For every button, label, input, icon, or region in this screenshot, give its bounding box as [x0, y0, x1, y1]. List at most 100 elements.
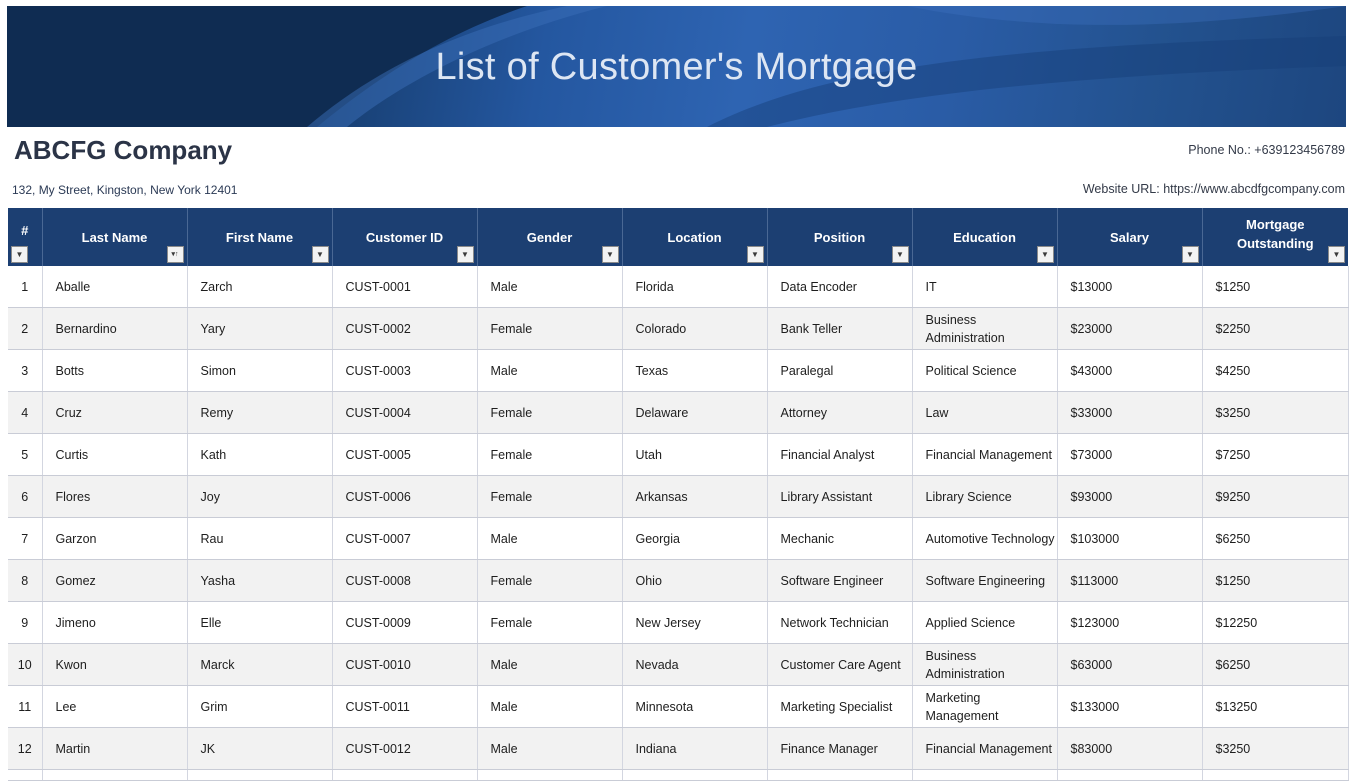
cell-customer-id[interactable]: CUST-0004 [332, 391, 478, 434]
cell-salary[interactable]: $83000 [1057, 727, 1203, 770]
cell-first-name[interactable]: Kath [187, 433, 333, 476]
cell-education[interactable]: Financial Management [912, 727, 1058, 770]
filter-dropdown-icon[interactable]: ▼ [1036, 246, 1054, 263]
cell-location[interactable]: Arkansas [622, 475, 768, 518]
cell-mortgage-outstanding[interactable]: $4250 [1202, 349, 1349, 392]
cell-gender[interactable]: Male [477, 685, 623, 728]
cell-mortgage-outstanding[interactable]: $3250 [1202, 727, 1349, 770]
cell-mortgage-outstanding[interactable]: $2250 [1202, 307, 1349, 350]
cell-customer-id[interactable]: CUST-0001 [332, 266, 478, 308]
cell-education[interactable]: Business Administration [912, 307, 1058, 350]
filter-dropdown-icon[interactable]: ▼ [11, 246, 28, 263]
table-row[interactable]: 12 Martin JK CUST-0012 Male Indiana Finance Ma… [8, 727, 1349, 770]
cell-customer-id[interactable]: CUST-0008 [332, 559, 478, 602]
filter-dropdown-icon[interactable]: ▼ [1181, 246, 1199, 263]
filter-dropdown-icon[interactable]: ▼ [746, 246, 764, 263]
cell-gender[interactable]: Female [477, 391, 623, 434]
filter-dropdown-icon[interactable]: ▼ [601, 246, 619, 263]
cell-number[interactable]: 4 [8, 391, 43, 434]
cell-first-name[interactable]: Yary [187, 307, 333, 350]
cell-gender[interactable]: Female [477, 475, 623, 518]
header-customer-id[interactable]: Customer ID ▼ [332, 208, 478, 266]
cell-last-name[interactable]: Cruz [42, 391, 188, 434]
cell-first-name[interactable]: Elle [187, 601, 333, 644]
cell-education[interactable]: Marketing Management [912, 685, 1058, 728]
cell-last-name[interactable]: Martin [42, 727, 188, 770]
header-education[interactable]: Education ▼ [912, 208, 1058, 266]
cell-education[interactable]: IT [912, 266, 1058, 308]
cell-first-name[interactable]: Yasha [187, 559, 333, 602]
cell-education[interactable]: Automotive Technology [912, 517, 1058, 560]
cell-location[interactable]: Delaware [622, 391, 768, 434]
table-row[interactable]: 1 Aballe Zarch CUST-0001 Male Florida Data Enc… [8, 266, 1349, 308]
header-first-name[interactable]: First Name ▼ [187, 208, 333, 266]
cell-mortgage-outstanding[interactable]: $9250 [1202, 475, 1349, 518]
table-row[interactable]: 8 Gomez Yasha CUST-0008 Female Ohio Software E… [8, 559, 1349, 602]
cell-last-name[interactable]: Lee [42, 685, 188, 728]
cell-gender[interactable]: Female [477, 433, 623, 476]
cell-position[interactable]: Bank Teller [767, 307, 913, 350]
table-row[interactable]: 7 Garzon Rau CUST-0007 Male Georgia Mechanic Au… [8, 517, 1349, 560]
cell-number[interactable]: 10 [8, 643, 43, 686]
header-salary[interactable]: Salary ▼ [1057, 208, 1203, 266]
table-row[interactable]: 4 Cruz Remy CUST-0004 Female Delaware Attorney… [8, 391, 1349, 434]
cell-position[interactable]: Network Technician [767, 601, 913, 644]
cell-salary[interactable]: $113000 [1057, 559, 1203, 602]
cell-location[interactable]: Georgia [622, 517, 768, 560]
cell-education[interactable]: Political Science [912, 349, 1058, 392]
cell-education[interactable]: Financial Management [912, 433, 1058, 476]
header-mortgage-outstanding[interactable]: Mortgage Outstanding ▼ [1202, 208, 1348, 266]
table-row[interactable]: 3 Botts Simon CUST-0003 Male Texas Paralegal Po… [8, 349, 1349, 392]
cell-last-name[interactable]: Garzon [42, 517, 188, 560]
cell-customer-id[interactable]: CUST-0006 [332, 475, 478, 518]
filter-dropdown-icon[interactable]: ▼ [456, 246, 474, 263]
cell-mortgage-outstanding[interactable]: $1250 [1202, 266, 1349, 308]
cell-gender[interactable]: Female [477, 601, 623, 644]
cell-position[interactable]: Data Encoder [767, 266, 913, 308]
cell-gender[interactable]: Male [477, 727, 623, 770]
cell-education[interactable]: Software Engineering [912, 559, 1058, 602]
cell-location[interactable]: Nevada [622, 643, 768, 686]
cell-position[interactable]: Software Engineer [767, 559, 913, 602]
cell-salary[interactable]: $123000 [1057, 601, 1203, 644]
cell-first-name[interactable]: Rau [187, 517, 333, 560]
cell-first-name[interactable]: Remy [187, 391, 333, 434]
cell-location[interactable]: Texas [622, 349, 768, 392]
cell-position[interactable]: Finance Manager [767, 727, 913, 770]
cell-education[interactable]: Library Science [912, 475, 1058, 518]
cell-number[interactable]: 7 [8, 517, 43, 560]
cell-salary[interactable]: $43000 [1057, 349, 1203, 392]
cell-mortgage-outstanding[interactable]: $3250 [1202, 391, 1349, 434]
cell-salary[interactable]: $13000 [1057, 266, 1203, 308]
cell-last-name[interactable]: Kwon [42, 643, 188, 686]
cell-location[interactable]: Ohio [622, 559, 768, 602]
cell-salary[interactable]: $133000 [1057, 685, 1203, 728]
header-location[interactable]: Location ▼ [622, 208, 768, 266]
filter-dropdown-icon[interactable]: ▼ [891, 246, 909, 263]
header-number[interactable]: # ▼ [8, 208, 43, 266]
table-row[interactable]: 9 Jimeno Elle CUST-0009 Female New Jersey Netw… [8, 601, 1349, 644]
filter-dropdown-icon[interactable]: ▼ [1328, 246, 1345, 263]
cell-customer-id[interactable]: CUST-0003 [332, 349, 478, 392]
cell-mortgage-outstanding[interactable]: $6250 [1202, 643, 1349, 686]
cell-first-name[interactable]: JK [187, 727, 333, 770]
filter-dropdown-icon[interactable]: ▼ [311, 246, 329, 263]
table-row[interactable]: 5 Curtis Kath CUST-0005 Female Utah Financial … [8, 433, 1349, 476]
cell-number[interactable]: 3 [8, 349, 43, 392]
cell-gender[interactable]: Male [477, 266, 623, 308]
cell-education[interactable]: Business Administration [912, 643, 1058, 686]
cell-first-name[interactable]: Grim [187, 685, 333, 728]
cell-number[interactable]: 5 [8, 433, 43, 476]
cell-number[interactable]: 11 [8, 685, 43, 728]
cell-location[interactable]: New Jersey [622, 601, 768, 644]
cell-first-name[interactable]: Marck [187, 643, 333, 686]
cell-first-name[interactable]: Simon [187, 349, 333, 392]
cell-position[interactable]: Paralegal [767, 349, 913, 392]
cell-last-name[interactable]: Bernardino [42, 307, 188, 350]
header-position[interactable]: Position ▼ [767, 208, 913, 266]
cell-location[interactable]: Minnesota [622, 685, 768, 728]
cell-first-name[interactable]: Zarch [187, 266, 333, 308]
cell-last-name[interactable]: Flores [42, 475, 188, 518]
cell-position[interactable]: Attorney [767, 391, 913, 434]
cell-position[interactable]: Marketing Specialist [767, 685, 913, 728]
